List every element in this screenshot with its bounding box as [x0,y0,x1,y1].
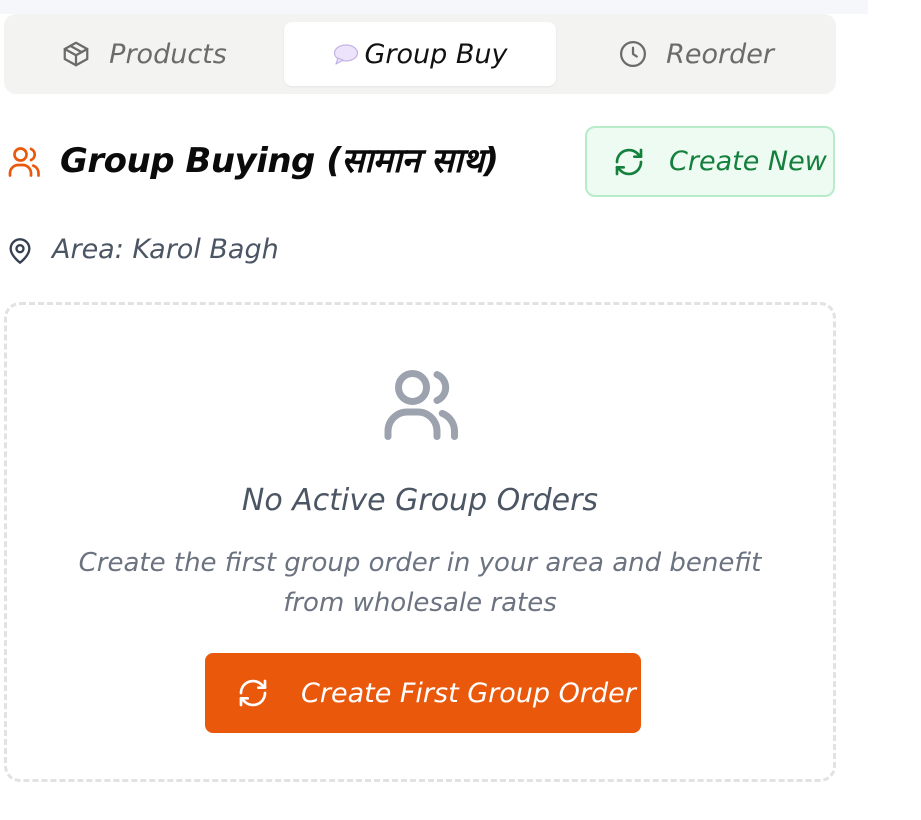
package-icon [61,39,91,69]
area-label: Area: Karol Bagh [52,234,279,265]
tab-group-buy[interactable]: Group Buy [284,22,556,86]
refresh-icon [613,146,645,178]
tab-products[interactable]: Products [8,22,280,86]
tab-bar: Products Group Buy Reorder [4,14,836,94]
empty-state-description: Create the first group order in your are… [78,548,762,618]
empty-state-title: No Active Group Orders [241,483,599,518]
speech-bubble-icon [333,43,359,65]
users-icon [6,144,44,184]
users-icon [379,363,467,451]
create-new-button[interactable]: Create New [585,126,835,197]
tab-label: Group Buy [364,38,508,70]
cta-label: Create First Group Order [301,677,636,709]
create-new-label: Create New [669,146,827,177]
map-pin-icon [6,235,34,271]
page-title: Group Buying (सामान साथ) [60,141,499,181]
tab-label: Reorder [666,38,774,70]
tab-label: Products [109,38,227,70]
create-first-group-order-button[interactable]: Create First Group Order [205,653,641,733]
tab-reorder[interactable]: Reorder [560,22,832,86]
clock-icon [618,39,648,69]
empty-state-card: No Active Group Orders Create the first … [4,302,836,782]
top-strip [0,0,868,14]
refresh-icon [237,677,269,709]
